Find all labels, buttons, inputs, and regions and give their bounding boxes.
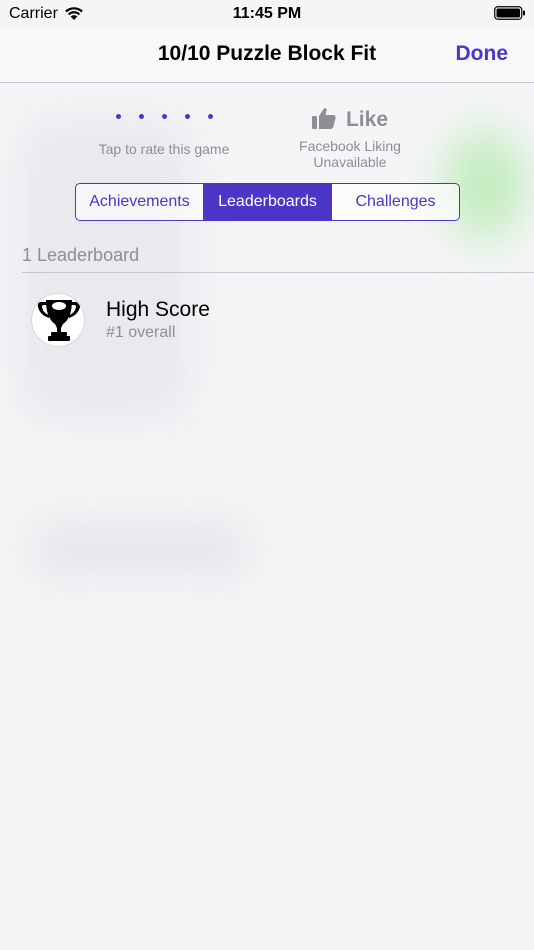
leaderboard-title: High Score xyxy=(106,298,210,321)
thumbs-up-icon xyxy=(311,107,336,134)
trophy-icon xyxy=(31,293,85,347)
section-divider xyxy=(22,272,534,273)
rating-star-2[interactable] xyxy=(138,113,144,119)
game-center-screen: Carrier 11:45 PM 10/10 Puzzle Block Fit … xyxy=(0,0,534,950)
list-item[interactable]: High Score #1 overall xyxy=(0,285,534,355)
segmented-control: Achievements Leaderboards Challenges xyxy=(75,183,460,221)
clock: 11:45 PM xyxy=(232,5,302,22)
rate-game-control[interactable]: Tap to rate this game xyxy=(84,105,244,157)
done-button[interactable]: Done xyxy=(456,42,509,66)
page-title: 10/10 Puzzle Block Fit xyxy=(157,42,377,65)
like-status-line1: Facebook Liking xyxy=(299,138,401,154)
tab-leaderboards[interactable]: Leaderboards xyxy=(203,184,331,220)
rating-star-4[interactable] xyxy=(184,113,190,119)
like-label: Like xyxy=(345,108,389,131)
background-blur xyxy=(30,520,250,580)
background-blur xyxy=(20,120,190,420)
rating-star-5[interactable] xyxy=(207,113,213,119)
tab-achievements[interactable]: Achievements xyxy=(76,184,203,220)
facebook-like: Like Facebook Liking Unavailable xyxy=(280,106,420,170)
status-bar: Carrier 11:45 PM xyxy=(0,0,534,28)
rate-prompt: Tap to rate this game xyxy=(98,141,230,157)
battery-icon xyxy=(494,6,526,20)
like-status: Facebook Liking Unavailable xyxy=(280,138,420,170)
tab-challenges[interactable]: Challenges xyxy=(331,184,459,220)
rating-stars[interactable] xyxy=(84,105,244,127)
navigation-bar: 10/10 Puzzle Block Fit Done xyxy=(0,28,534,83)
rating-star-1[interactable] xyxy=(115,113,121,119)
rating-star-3[interactable] xyxy=(161,113,167,119)
like-status-line2: Unavailable xyxy=(313,154,387,170)
section-header: 1 Leaderboard xyxy=(22,245,140,265)
leaderboard-rank: #1 overall xyxy=(106,324,176,341)
